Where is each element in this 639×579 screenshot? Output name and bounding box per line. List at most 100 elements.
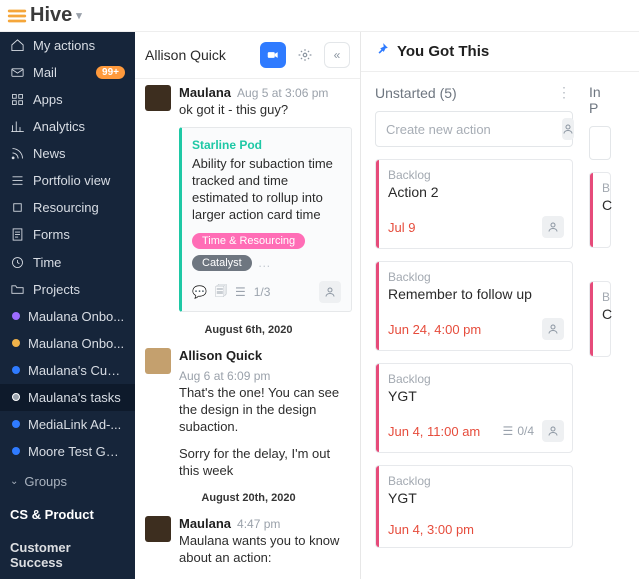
date-divider: August 20th, 2020 [145,492,352,504]
chart-icon [10,119,25,134]
sidebar-item-label: Mail [33,65,88,80]
board-lanes[interactable]: Unstarted (5) ⋮ Backlog Action 2 [361,72,639,579]
sidebar-item-analytics[interactable]: Analytics [0,113,135,140]
sidebar-project-4[interactable]: MediaLink Ad-... [0,411,135,438]
sidebar-item-time[interactable]: Time [0,249,135,276]
more-tags-icon[interactable]: … [258,255,271,271]
message-time: Aug 5 at 3:06 pm [237,86,328,100]
person-icon [547,221,559,233]
sidebar-item-my-actions[interactable]: My actions [0,32,135,59]
assignee-button[interactable] [562,118,574,140]
chevron-down-icon: ⌄ [10,476,18,487]
sidebar-item-mail[interactable]: Mail 99+ [0,59,135,86]
sidebar-item-label: Projects [33,282,125,297]
message-time: Aug 6 at 6:09 pm [179,369,270,383]
action-card[interactable]: Starline Pod Ability for subaction time … [179,127,352,313]
board-header: You Got This [361,32,639,72]
video-call-button[interactable] [260,42,286,68]
sidebar-item-portfolio[interactable]: Portfolio view [0,167,135,194]
tag-time-resourcing[interactable]: Time & Resourcing [192,233,305,249]
attachment-icon[interactable]: 🗐 [215,282,227,303]
assignee-button[interactable] [319,281,341,303]
chat-panel: Allison Quick « Maulana Aug [135,32,361,579]
lane-menu-button[interactable]: ⋮ [557,84,573,101]
group-customer-success[interactable]: Customer Success [0,531,135,579]
sidebar: My actions Mail 99+ Apps Analytics News [0,32,135,579]
sidebar-item-label: News [33,146,125,161]
sidebar-project-2[interactable]: Maulana's Cust... [0,357,135,384]
sidebar-item-apps[interactable]: Apps [0,86,135,113]
lane-unstarted: Unstarted (5) ⋮ Backlog Action 2 [375,84,573,579]
new-action-input-wrap[interactable] [375,111,573,147]
grid-icon [10,92,25,107]
board-card[interactable]: Backlog Remember to follow up Jun 24, 4:… [375,261,573,351]
message-time: 4:47 pm [237,517,280,531]
checklist-icon[interactable]: ☰ [235,285,246,299]
board-title: You Got This [397,43,489,60]
sidebar-item-label: Apps [33,92,125,107]
board-card[interactable]: Backlog Action 2 Jul 9 [375,159,573,249]
message-text: That's the one! You can see the design i… [179,385,352,436]
sidebar-item-label: Resourcing [33,200,125,215]
collapse-chat-button[interactable]: « [324,42,350,68]
card-title: Remember to follow up [388,286,564,302]
comment-icon[interactable]: 💬 [192,285,207,299]
chat-message: Maulana Aug 5 at 3:06 pm ok got it - thi… [145,85,352,312]
person-icon [324,286,336,298]
person-icon [562,123,574,135]
folder-icon [10,282,25,297]
chat-person-name[interactable]: Allison Quick [145,47,254,63]
board-card[interactable]: Backlog YGT Jun 4, 11:00 am ☰ 0/4 [375,363,573,453]
avatar [145,516,171,542]
sidebar-project-3[interactable]: Maulana's tasks [0,384,135,411]
message-author: Allison Quick [179,348,262,363]
hive-icon [6,5,28,27]
home-icon [10,38,25,53]
new-action-input[interactable] [386,122,562,137]
sidebar-item-resourcing[interactable]: Resourcing [0,194,135,221]
group-cs-product[interactable]: CS & Product [0,498,135,531]
sidebar-item-projects[interactable]: Projects [0,276,135,303]
chat-message: Maulana 4:47 pm Maulana wants you to kno… [145,516,352,567]
chevrons-left-icon: « [334,48,341,62]
card-due: Jul 9 [388,220,534,235]
chat-messages[interactable]: Maulana Aug 5 at 3:06 pm ok got it - thi… [135,79,360,579]
chat-message: Allison Quick Aug 6 at 6:09 pm That's th… [145,348,352,479]
avatar [145,348,171,374]
pin-icon[interactable] [375,42,389,61]
board-card-partial[interactable]: BC [589,172,611,248]
groups-header[interactable]: ⌄ Groups [0,465,135,498]
project-label: Maulana Onbo... [28,309,125,324]
list-icon [10,173,25,188]
card-title: YGT [388,490,564,506]
sidebar-project-0[interactable]: Maulana Onbo... [0,303,135,330]
mail-badge: 99+ [96,66,125,79]
tag-catalyst[interactable]: Catalyst [192,255,252,271]
board-card[interactable]: Backlog YGT Jun 4, 3:00 pm [375,465,573,548]
board-card-partial[interactable]: BC [589,281,611,357]
sidebar-item-news[interactable]: News [0,140,135,167]
brand-logo[interactable]: Hive ▾ [6,4,82,27]
gear-icon [298,48,312,62]
chevron-down-icon[interactable]: ▾ [76,9,82,22]
project-dot [12,393,20,401]
form-icon [10,227,25,242]
card-status: Backlog [388,372,564,386]
sidebar-project-5[interactable]: Moore Test Gantt [0,438,135,465]
project-label: MediaLink Ad-... [28,417,125,432]
lane-name: Unstarted [375,85,436,101]
sidebar-item-label: Forms [33,227,125,242]
card-status: Backlog [388,270,564,284]
card-title: Ability for subaction time tracked and t… [192,156,341,224]
sidebar-item-forms[interactable]: Forms [0,221,135,248]
assignee-button[interactable] [542,420,564,442]
project-dot [12,339,20,347]
card-due: Jun 4, 3:00 pm [388,522,564,537]
chat-header: Allison Quick « [135,32,360,79]
chat-settings-button[interactable] [292,42,318,68]
assignee-button[interactable] [542,216,564,238]
project-dot [12,420,20,428]
assignee-button[interactable] [542,318,564,340]
sidebar-project-1[interactable]: Maulana Onbo... [0,330,135,357]
project-label: Moore Test Gantt [28,444,125,459]
